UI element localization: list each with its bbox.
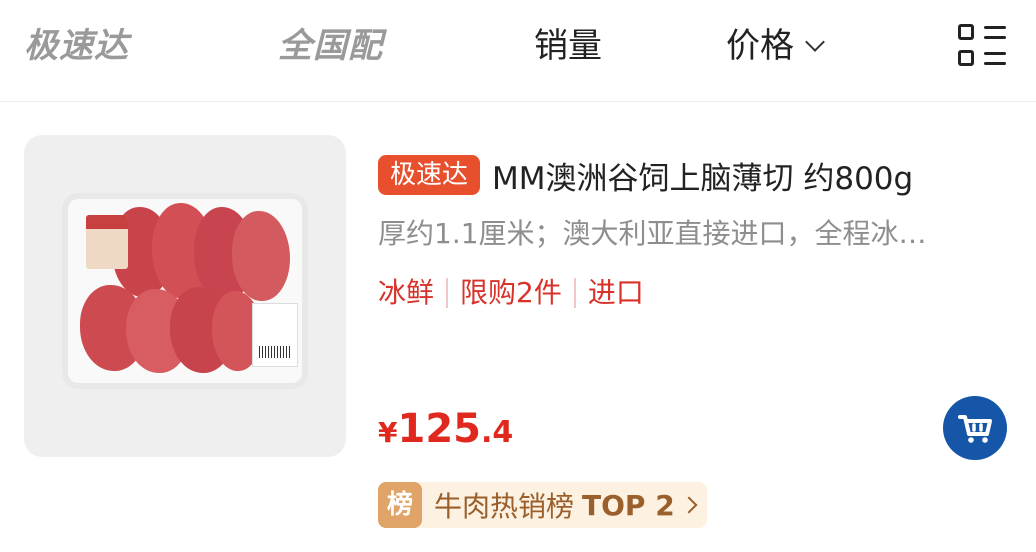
chevron-down-icon — [805, 32, 825, 52]
filter-fast-delivery[interactable]: 极速达 — [24, 22, 129, 70]
product-title: MM澳洲谷饲上脑薄切 约800g — [492, 160, 914, 197]
rank-list-name: 牛肉热销榜 — [434, 490, 575, 523]
product-title-row[interactable]: 极速达 MM澳洲谷饲上脑薄切 约800g — [378, 152, 913, 198]
product-description: 厚约1.1厘米；澳大利亚直接进口，全程冰… — [378, 217, 927, 250]
add-to-cart-button[interactable] — [943, 396, 1007, 460]
price-currency: ¥ — [378, 416, 398, 449]
tag-imported: 进口 — [573, 278, 656, 308]
price-decimal: .4 — [480, 415, 514, 450]
sort-price[interactable]: 价格 — [726, 22, 825, 70]
chevron-right-icon — [680, 496, 698, 514]
cart-icon — [958, 415, 992, 443]
barcode-label — [252, 303, 298, 367]
filter-bar: 极速达 全国配 销量 价格 — [0, 0, 1036, 102]
tag-chilled: 冰鲜 — [378, 276, 435, 309]
tag-purchase-limit: 限购2件 — [446, 278, 574, 308]
bestseller-rank-banner[interactable]: 榜 牛肉热销榜 TOP 2 — [378, 482, 707, 528]
package-label — [86, 215, 128, 269]
fast-delivery-badge: 极速达 — [378, 155, 481, 195]
product-price: ¥125.4 — [378, 404, 513, 454]
sort-sales[interactable]: 销量 — [534, 22, 602, 70]
sort-price-label: 价格 — [726, 26, 794, 66]
filter-national-delivery[interactable]: 全国配 — [278, 22, 383, 70]
product-image[interactable] — [24, 135, 346, 457]
product-tags: 冰鲜 限购2件 进口 — [378, 272, 656, 314]
layout-toggle-button[interactable] — [958, 24, 1006, 68]
meat-tray-image — [62, 193, 308, 389]
price-integer: 125 — [397, 406, 481, 452]
rank-badge: 榜 — [378, 482, 422, 528]
rank-position: TOP 2 — [582, 488, 675, 522]
